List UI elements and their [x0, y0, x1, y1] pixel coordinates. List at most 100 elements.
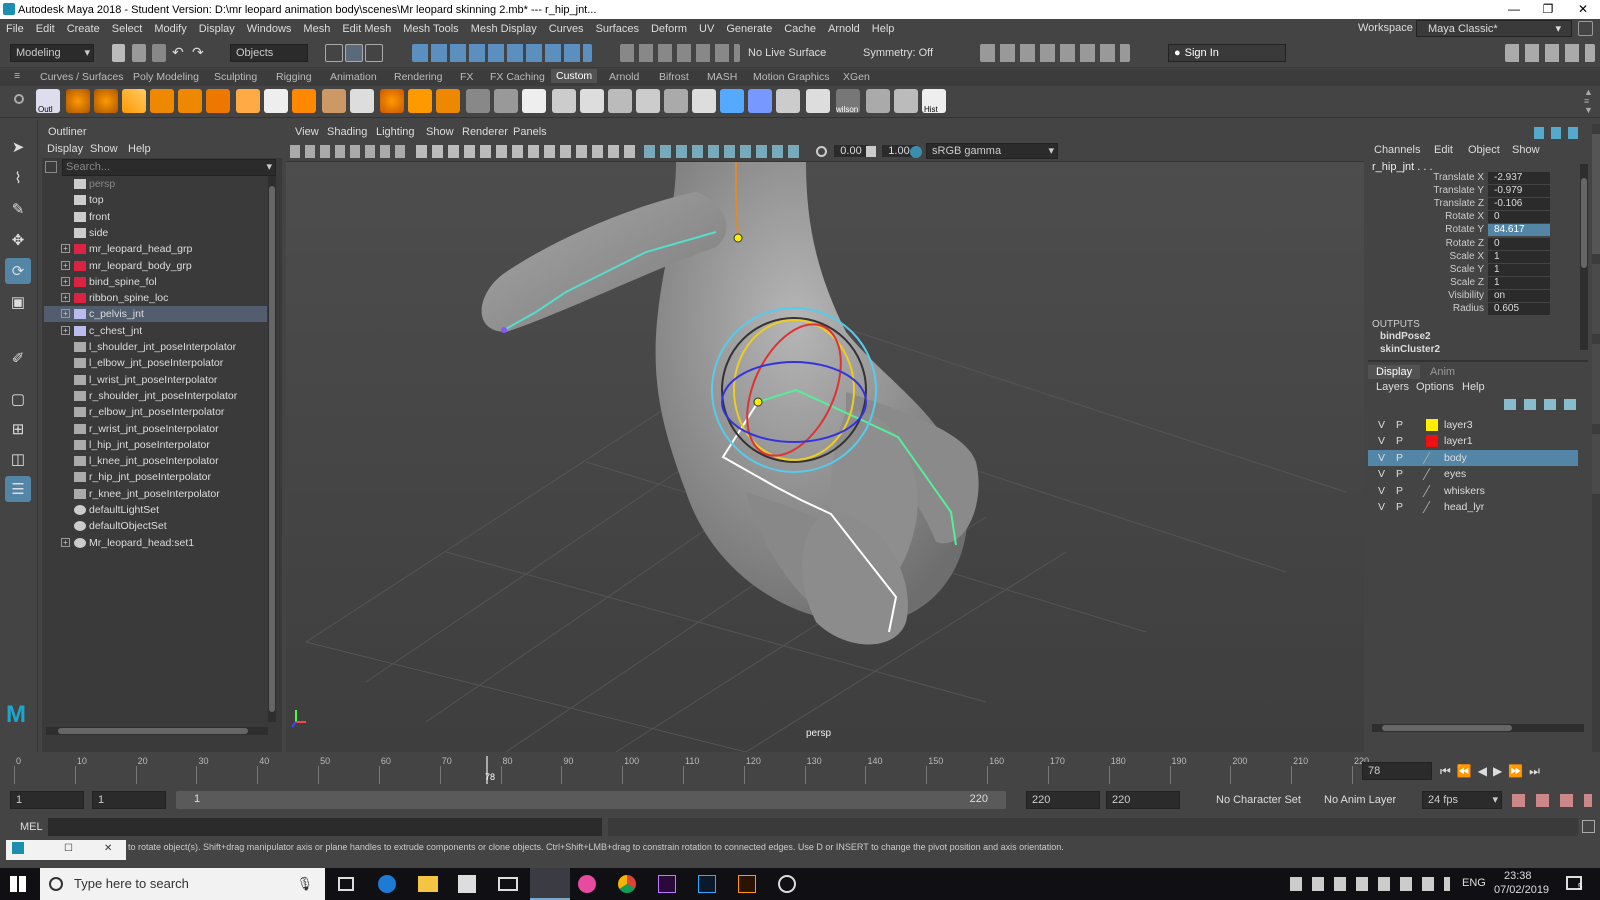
shelf-tool-11-icon[interactable]: [350, 89, 374, 113]
viewport-menu-shading[interactable]: Shading: [327, 126, 367, 138]
outliner-item[interactable]: + ribbon_spine_loc: [44, 290, 267, 306]
outliner-item[interactable]: + mr_leopard_head_grp: [44, 241, 267, 257]
channels-menu-edit[interactable]: Edit: [1434, 144, 1453, 156]
channel-row[interactable]: Translate Z -0.106: [1368, 198, 1592, 211]
menu-mesh-tools[interactable]: Mesh Tools: [397, 23, 464, 35]
layer-playback-toggle[interactable]: P: [1396, 417, 1403, 433]
outliner-item[interactable]: defaultLightSet: [44, 502, 267, 518]
menu-mesh-display[interactable]: Mesh Display: [465, 23, 543, 35]
lasso-tool-icon[interactable]: ⌇: [5, 165, 31, 191]
side-tab-attribute-editor[interactable]: [1592, 344, 1600, 424]
layer-hscroll-thumb[interactable]: [1382, 725, 1512, 731]
layer-name[interactable]: whiskers: [1444, 483, 1485, 499]
menu-set-dropdown[interactable]: Modeling ▾: [10, 44, 94, 62]
shelf-tab-rendering[interactable]: Rendering: [394, 71, 442, 83]
outliner-item[interactable]: r_shoulder_jnt_poseInterpolator: [44, 388, 267, 404]
layer-name[interactable]: layer1: [1444, 433, 1473, 449]
layer-row[interactable]: V Player1: [1368, 433, 1578, 449]
microphone-icon[interactable]: 🎙: [296, 868, 313, 900]
channel-name[interactable]: Rotate X: [1445, 211, 1484, 222]
fps-dropdown[interactable]: 24 fps ▾: [1422, 791, 1502, 809]
menu-windows[interactable]: Windows: [241, 23, 298, 35]
shelf-tool-1-icon[interactable]: [66, 89, 90, 113]
shelf-tool-19-icon[interactable]: [580, 89, 604, 113]
viewport-shading-icons[interactable]: [644, 145, 804, 158]
live-surface-label[interactable]: No Live Surface: [748, 47, 826, 59]
shelf-tool-10-icon[interactable]: [322, 89, 346, 113]
menu-arnold[interactable]: Arnold: [822, 23, 866, 35]
outliner-search-input[interactable]: Search... ▾: [62, 159, 276, 176]
layer-row[interactable]: V Peyes: [1368, 466, 1578, 482]
shelf-tool-3-icon[interactable]: [122, 89, 146, 113]
new-scene-icon[interactable]: [112, 44, 125, 62]
channel-name[interactable]: Scale Y: [1450, 264, 1484, 275]
notification-icon[interactable]: 5: [1566, 876, 1582, 891]
paint-select-icon[interactable]: ✎: [5, 196, 31, 222]
two-view-icon[interactable]: ◫: [5, 446, 31, 472]
layer-visibility-toggle[interactable]: V: [1378, 433, 1385, 449]
layer-playback-toggle[interactable]: P: [1396, 466, 1403, 482]
language-indicator[interactable]: ENG: [1462, 877, 1486, 889]
shelf-tab-animation[interactable]: Animation: [330, 71, 377, 83]
layer-row[interactable]: V Pbody: [1368, 449, 1578, 466]
outliner-vscroll-thumb[interactable]: [269, 186, 275, 712]
viewport-display-icons[interactable]: [416, 145, 636, 158]
layer-tab-display[interactable]: Display: [1368, 365, 1421, 379]
outliner-item[interactable]: top: [44, 192, 267, 208]
viewport-menu-renderer[interactable]: Renderer: [462, 126, 508, 138]
shelf-tab-motion-graphics[interactable]: Motion Graphics: [753, 71, 829, 83]
obs-icon[interactable]: [778, 875, 796, 893]
channel-row[interactable]: Rotate Y 84.617: [1368, 224, 1592, 237]
layer-tab-anim[interactable]: Anim: [1430, 366, 1455, 378]
layer-row[interactable]: V Player3: [1368, 417, 1578, 433]
menu-select[interactable]: Select: [106, 23, 149, 35]
outliner-item[interactable]: + Mr_leopard_head:set1: [44, 535, 267, 551]
shelf-tool-23-icon[interactable]: [692, 89, 716, 113]
layer-playback-toggle[interactable]: P: [1396, 433, 1403, 449]
menu-curves[interactable]: Curves: [543, 23, 590, 35]
snap-icons[interactable]: [620, 44, 740, 62]
shelf-tool-26-icon[interactable]: [776, 89, 800, 113]
shelf-tab-fx-caching[interactable]: FX Caching: [490, 71, 545, 83]
layer-name[interactable]: eyes: [1444, 466, 1466, 482]
layer-color-swatch[interactable]: [1422, 468, 1442, 481]
close-icon[interactable]: ✕: [104, 841, 112, 856]
file-explorer-icon[interactable]: [418, 876, 438, 892]
outliner-item[interactable]: r_wrist_jnt_poseInterpolator: [44, 421, 267, 437]
channel-row[interactable]: Visibility on: [1368, 289, 1592, 303]
render-icons[interactable]: [980, 44, 1130, 62]
anim-start-field[interactable]: 1: [92, 791, 166, 809]
shelf-tool-15-icon[interactable]: [466, 89, 490, 113]
viewport-canvas[interactable]: [286, 162, 1364, 752]
layer-name[interactable]: layer3: [1444, 417, 1473, 433]
menu-help[interactable]: Help: [866, 23, 901, 35]
illustrator-icon[interactable]: [738, 875, 756, 893]
channel-row[interactable]: Scale Y 1: [1368, 263, 1592, 277]
channel-name[interactable]: Radius: [1453, 303, 1484, 314]
shelf-tool-17-icon[interactable]: [522, 89, 546, 113]
shelf-tool-22-icon[interactable]: [664, 89, 688, 113]
select-hierarchy-icon[interactable]: [325, 44, 343, 62]
premiere-icon[interactable]: [658, 875, 676, 893]
menu-cache[interactable]: Cache: [778, 23, 822, 35]
outliner-item[interactable]: l_knee_jnt_poseInterpolator: [44, 453, 267, 469]
channel-scroll-thumb[interactable]: [1581, 178, 1587, 268]
shelf-tool-2-icon[interactable]: [94, 89, 118, 113]
shelf-tab-mash[interactable]: MASH: [707, 71, 737, 83]
channel-box-tool-icons[interactable]: [1534, 127, 1584, 139]
channel-value-field[interactable]: -0.106: [1488, 198, 1550, 211]
outliner-item[interactable]: + c_chest_jnt: [44, 323, 267, 339]
clock-date[interactable]: 07/02/2019: [1494, 884, 1549, 896]
channel-name[interactable]: Rotate Y: [1445, 224, 1484, 235]
outliner-item[interactable]: defaultObjectSet: [44, 518, 267, 534]
open-scene-icon[interactable]: [132, 44, 146, 62]
channel-value-field[interactable]: 1: [1488, 263, 1550, 276]
layer-playback-toggle[interactable]: P: [1396, 450, 1403, 466]
rotate-tool-icon[interactable]: ⟳: [5, 258, 31, 284]
layer-menu-options[interactable]: Options: [1416, 381, 1454, 393]
channel-value-field[interactable]: 84.617: [1488, 224, 1550, 237]
leopard-body-mesh[interactable]: [481, 162, 979, 645]
time-slider[interactable]: 0 10 20 30 40 50 60 70 80 90 100 110 120 130 140 150 160…: [0, 756, 1600, 786]
outliner-shelf-button[interactable]: Outl: [36, 89, 60, 114]
viewport-camera-icons[interactable]: [290, 145, 408, 158]
